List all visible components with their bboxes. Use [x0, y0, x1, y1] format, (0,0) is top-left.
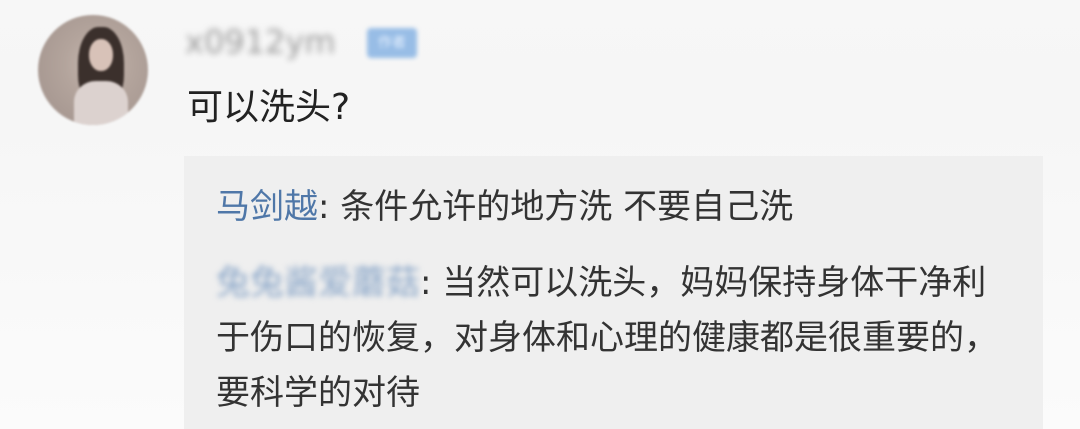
reply-author[interactable]: 兔兔酱爱蘑菇: [216, 263, 420, 303]
comment-text: 可以洗头?: [187, 87, 351, 128]
username[interactable]: x0912ym: [185, 22, 335, 62]
author-badge: 作者: [367, 28, 417, 58]
avatar[interactable]: [38, 15, 148, 125]
avatar-face: [89, 39, 113, 71]
reply-item: 兔兔酱爱蘑菇: 当然可以洗头，妈妈保持身体干净利于伤口的恢复，对身体和心理的健康…: [216, 256, 1006, 421]
reply-text: 条件允许的地方洗 不要自己洗: [329, 187, 794, 227]
reply-box: 马剑越: 条件允许的地方洗 不要自己洗 兔兔酱爱蘑菇: 当然可以洗头，妈妈保持身…: [184, 156, 1043, 429]
avatar-body: [74, 81, 128, 125]
reply-author[interactable]: 马剑越: [216, 187, 318, 227]
reply-separator: :: [318, 187, 330, 227]
comment-card: x0912ym 作者 可以洗头? 马剑越: 条件允许的地方洗 不要自己洗 兔兔酱…: [0, 0, 1080, 429]
reply-separator: :: [420, 263, 432, 303]
reply-item: 马剑越: 条件允许的地方洗 不要自己洗: [216, 184, 1023, 230]
